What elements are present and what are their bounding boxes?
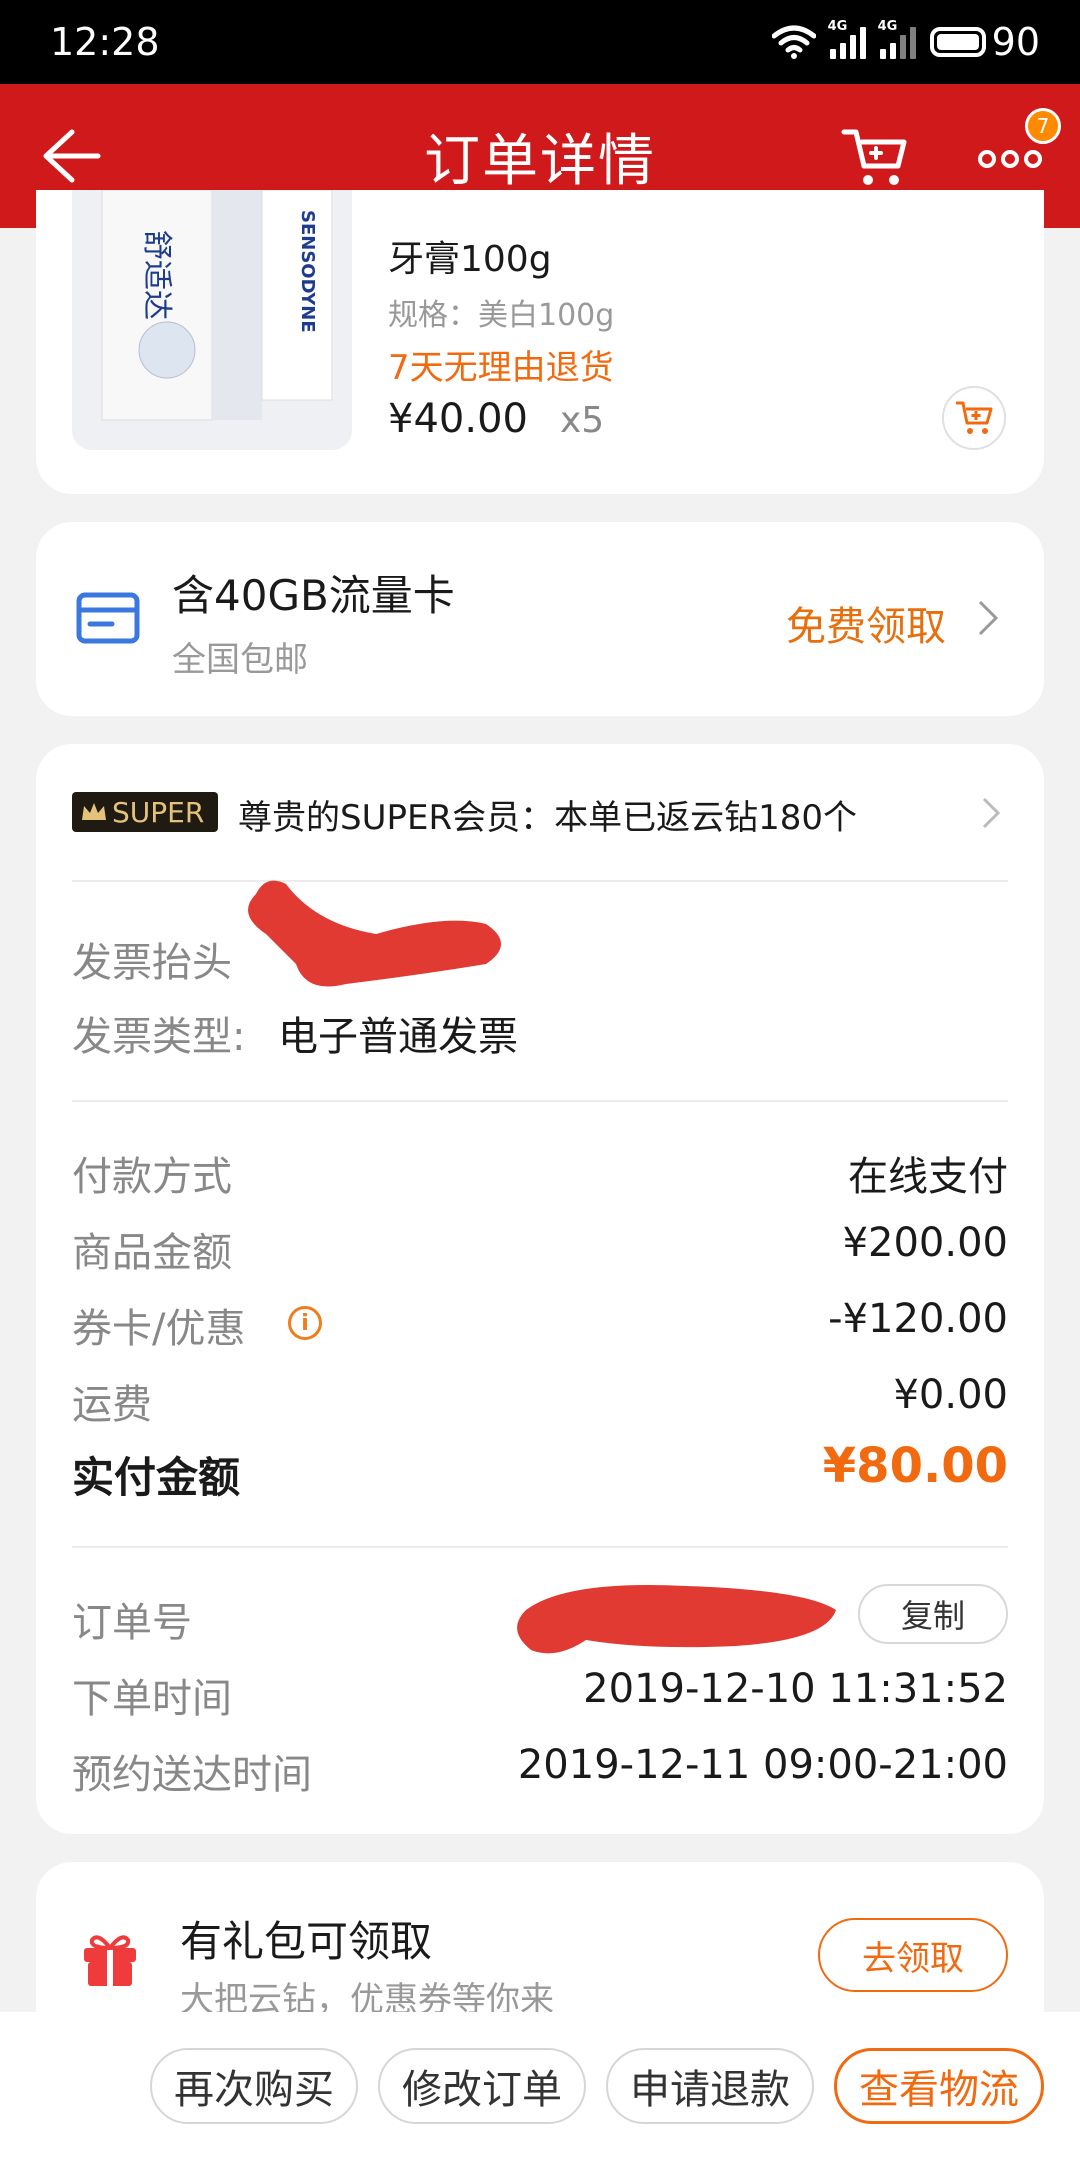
claim-gift-button[interactable]: 去领取 <box>818 1918 1008 1992</box>
crown-icon <box>82 803 106 820</box>
chevron-right-icon <box>982 797 1001 829</box>
divider <box>72 1100 1008 1102</box>
invoice-type-value: 电子普通发票 <box>278 1014 518 1060</box>
status-time: 12:28 <box>50 20 160 64</box>
battery-level: 90 <box>991 20 1040 64</box>
total-paid-label: 实付金额 <box>72 1453 241 1502</box>
product-card[interactable]: 舒适达 SENSODYNE 牙膏100g 规格：美白100g 7天无理由退货 ¥… <box>36 190 1044 494</box>
gift-title: 有礼包可领取 <box>180 1917 433 1966</box>
goods-amount-value: ¥200.00 <box>842 1220 1008 1266</box>
payment-method-value: 在线支付 <box>848 1154 1008 1200</box>
order-time-label: 下单时间 <box>72 1676 232 1722</box>
info-icon[interactable]: i <box>288 1306 322 1340</box>
delivery-time-label: 预约送达时间 <box>72 1752 312 1798</box>
order-time-value: 2019-12-10 11:31:52 <box>583 1666 1008 1712</box>
signal-icon: 4G <box>828 19 866 59</box>
signal-icon: 4G <box>878 19 916 59</box>
sim-card-subtitle: 全国包邮 <box>172 640 308 680</box>
payment-method-label: 付款方式 <box>72 1154 232 1200</box>
buy-again-button[interactable]: 再次购买 <box>150 2048 358 2124</box>
total-paid-value: ¥80.00 <box>822 1438 1008 1494</box>
request-refund-button[interactable]: 申请退款 <box>606 2048 814 2124</box>
product-name: 牙膏100g <box>388 239 552 280</box>
bottom-action-bar: 再次购买 修改订单 申请退款 查看物流 <box>0 2012 1080 2160</box>
discount-label: 券卡/优惠 <box>72 1306 246 1352</box>
invoice-title-label: 发票抬头 <box>72 940 232 986</box>
product-price: ¥40.00 <box>388 396 528 442</box>
divider <box>72 880 1008 882</box>
svg-text:SENSODYNE: SENSODYNE <box>297 210 318 333</box>
product-image[interactable]: 舒适达 SENSODYNE <box>72 190 352 450</box>
shipping-label: 运费 <box>72 1382 152 1428</box>
chevron-right-icon <box>978 600 999 636</box>
goods-amount-label: 商品金额 <box>72 1230 232 1276</box>
divider <box>72 1546 1008 1548</box>
battery-icon: 90 <box>929 20 1040 64</box>
sim-card-title: 含40GB流量卡 <box>172 571 455 620</box>
status-icons: 4G 4G 90 <box>771 19 1040 64</box>
status-bar: 12:28 4G 4G 90 <box>0 0 1080 84</box>
super-logo: SUPER <box>72 792 218 832</box>
redaction-mark <box>248 880 501 987</box>
sim-card-claim-link[interactable]: 免费领取 <box>786 594 946 652</box>
page-title: 订单详情 <box>424 128 656 194</box>
copy-button[interactable]: 复制 <box>858 1584 1008 1644</box>
return-policy: 7天无理由退货 <box>388 348 614 388</box>
gift-icon <box>84 1935 136 1986</box>
super-member-message[interactable]: 尊贵的SUPER会员：本单已返云钻180个 <box>238 790 857 839</box>
notification-badge: 7 <box>1025 108 1061 144</box>
order-details-card: SUPER 尊贵的SUPER会员：本单已返云钻180个 发票抬头 发票类型: 电… <box>36 744 1044 1834</box>
product-spec: 规格：美白100g <box>388 298 615 333</box>
add-to-cart-button[interactable] <box>942 386 1006 450</box>
back-arrow-icon[interactable] <box>38 124 102 188</box>
cart-icon[interactable] <box>840 126 910 190</box>
modify-order-button[interactable]: 修改订单 <box>378 2048 586 2124</box>
shipping-value: ¥0.00 <box>893 1372 1008 1418</box>
sim-card-promo[interactable]: 含40GB流量卡 全国包邮 免费领取 <box>36 522 1044 716</box>
invoice-type-label: 发票类型: <box>72 1014 246 1060</box>
order-number-label: 订单号 <box>72 1600 192 1646</box>
wifi-icon <box>771 25 816 59</box>
product-quantity: x5 <box>560 400 605 441</box>
svg-text:舒适达: 舒适达 <box>139 230 174 320</box>
delivery-time-value: 2019-12-11 09:00-21:00 <box>517 1742 1008 1788</box>
add-cart-icon <box>956 401 993 434</box>
view-logistics-button[interactable]: 查看物流 <box>834 2048 1044 2124</box>
discount-value: -¥120.00 <box>828 1296 1008 1342</box>
card-icon <box>76 592 140 644</box>
redaction-mark <box>517 1585 836 1654</box>
